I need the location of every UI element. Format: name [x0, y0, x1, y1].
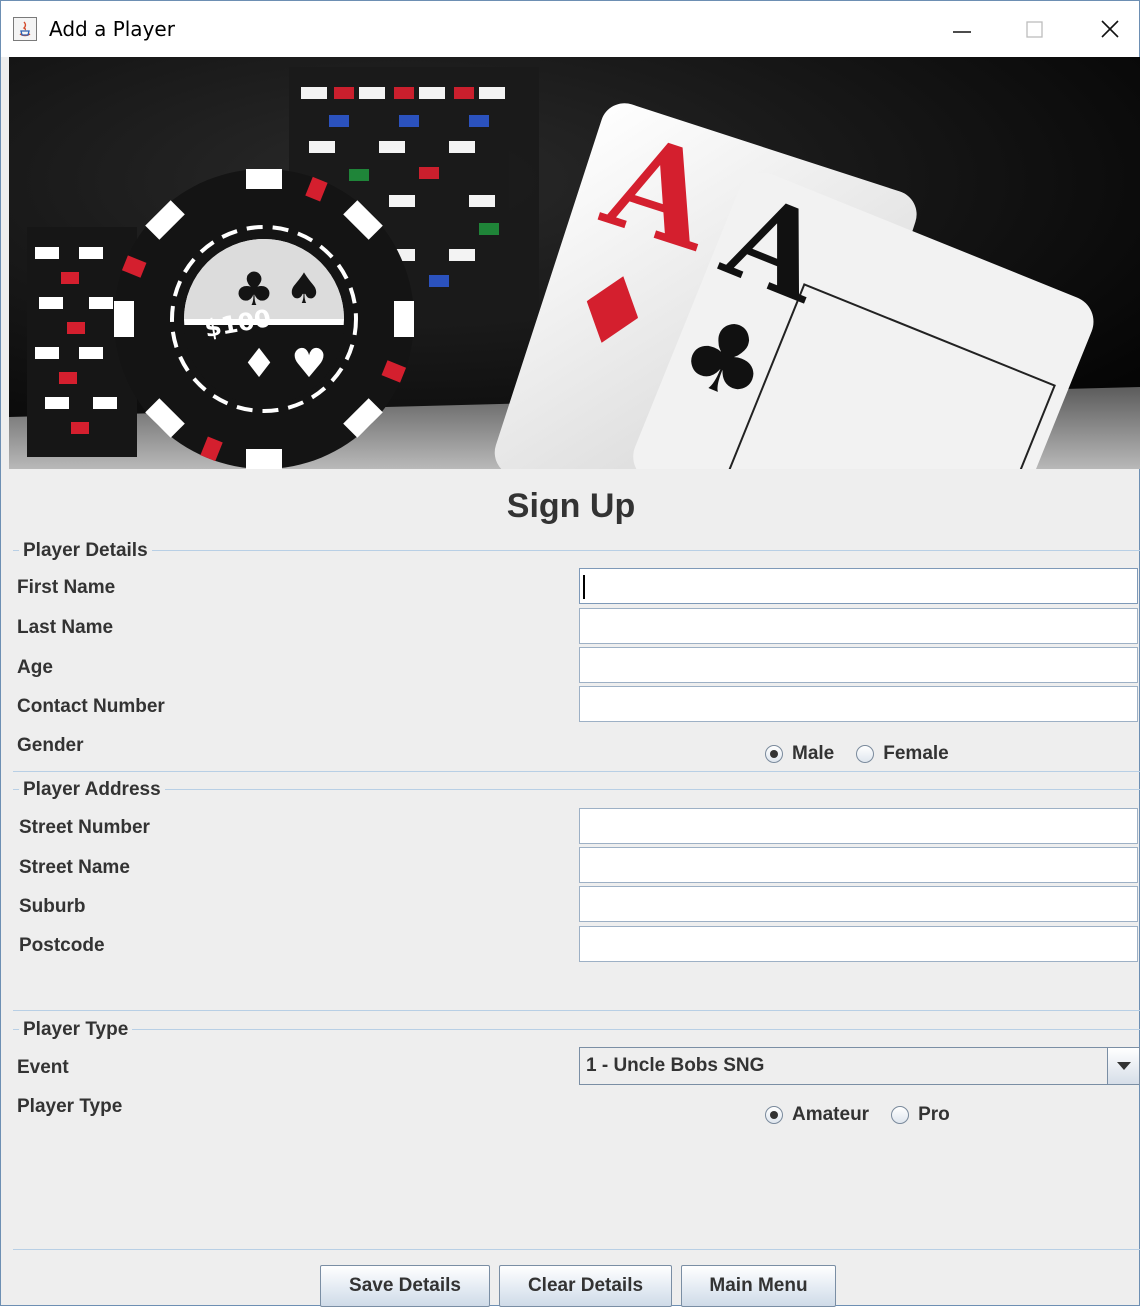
event-label: Event — [17, 1057, 69, 1078]
window-title: Add a Player — [49, 17, 175, 41]
section-divider — [13, 771, 1140, 772]
svg-text:♦: ♦ — [241, 341, 277, 387]
main-menu-button[interactable]: Main Menu — [681, 1265, 836, 1307]
svg-text:♠: ♠ — [285, 264, 323, 313]
title-bar[interactable]: Add a Player — [1, 1, 1139, 57]
postcode-input[interactable] — [579, 926, 1138, 962]
add-player-window: Add a Player ♣ ♠ ♦ ♥ $100 A ♦ A ♣ Sign U… — [0, 0, 1140, 1307]
minimize-icon — [953, 31, 971, 33]
gender-female-radio[interactable]: Female — [856, 743, 949, 765]
last-name-input[interactable] — [579, 608, 1138, 644]
event-dropdown[interactable]: 1 - Uncle Bobs SNG — [579, 1047, 1140, 1085]
player-type-title: Player Type — [19, 1019, 133, 1041]
player-address-border — [13, 789, 1140, 790]
gender-radio-group: Male Female — [765, 743, 971, 765]
player-type-amateur-label: Amateur — [792, 1104, 870, 1125]
suburb-label: Suburb — [19, 896, 86, 917]
banner-image: ♣ ♠ ♦ ♥ $100 A ♦ A ♣ — [9, 57, 1140, 469]
close-icon — [1101, 20, 1119, 38]
street-number-label: Street Number — [19, 817, 150, 838]
player-type-pro-label: Pro — [918, 1104, 950, 1125]
section-divider — [13, 1010, 1140, 1011]
player-type-radio-group: Amateur Pro — [765, 1104, 972, 1126]
text-caret — [583, 575, 585, 599]
street-name-input[interactable] — [579, 847, 1138, 883]
radio-selected-icon — [765, 1106, 783, 1124]
street-name-label: Street Name — [19, 857, 130, 878]
player-type-label: Player Type — [17, 1096, 123, 1117]
dropdown-arrow-button[interactable] — [1107, 1048, 1139, 1084]
gender-male-radio[interactable]: Male — [765, 743, 834, 765]
age-input[interactable] — [579, 647, 1138, 683]
player-address-title: Player Address — [19, 779, 165, 801]
player-details-border — [13, 550, 1140, 551]
contact-number-input[interactable] — [579, 686, 1138, 722]
save-details-button[interactable]: Save Details — [320, 1265, 490, 1307]
close-button[interactable] — [1087, 9, 1133, 49]
maximize-icon — [1026, 21, 1043, 38]
postcode-label: Postcode — [19, 935, 105, 956]
chevron-down-icon — [1116, 1062, 1131, 1070]
street-number-input[interactable] — [579, 808, 1138, 844]
player-type-amateur-radio[interactable]: Amateur — [765, 1104, 869, 1126]
first-name-label: First Name — [17, 577, 116, 598]
page-title: Sign Up — [506, 487, 636, 525]
gender-label: Gender — [17, 735, 84, 756]
gender-female-label: Female — [883, 743, 949, 764]
java-app-icon — [13, 17, 37, 41]
maximize-button[interactable] — [1012, 9, 1058, 49]
radio-unselected-icon — [856, 745, 875, 763]
section-divider — [13, 1249, 1140, 1250]
player-details-title: Player Details — [19, 540, 152, 562]
radio-unselected-icon — [891, 1106, 910, 1124]
gender-male-label: Male — [792, 743, 835, 764]
poker-banner-illustration: ♣ ♠ ♦ ♥ $100 A ♦ A ♣ — [9, 57, 1140, 469]
radio-selected-icon — [765, 745, 783, 763]
event-selected-value: 1 - Uncle Bobs SNG — [586, 1055, 765, 1076]
contact-number-label: Contact Number — [17, 696, 165, 717]
player-type-border — [13, 1029, 1140, 1030]
player-type-pro-radio[interactable]: Pro — [891, 1104, 950, 1126]
suburb-input[interactable] — [579, 886, 1138, 922]
last-name-label: Last Name — [17, 617, 114, 638]
minimize-button[interactable] — [939, 9, 985, 49]
svg-text:♥: ♥ — [291, 341, 327, 387]
clear-details-button[interactable]: Clear Details — [499, 1265, 672, 1307]
age-label: Age — [17, 657, 53, 678]
first-name-input[interactable] — [579, 568, 1138, 604]
